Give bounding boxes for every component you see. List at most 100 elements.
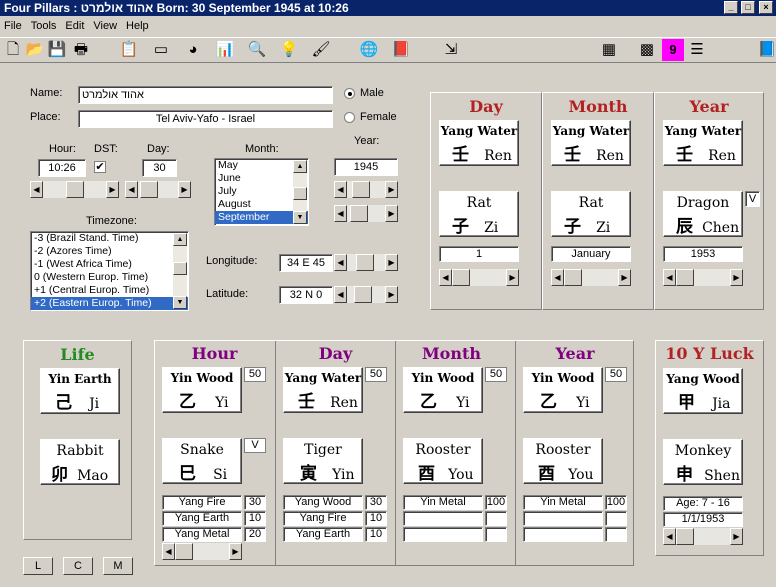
scroll-down-icon[interactable]: ▼ [293,211,307,224]
right-arrow-icon[interactable]: ▶ [730,528,743,545]
save-icon[interactable]: 💾 [46,39,68,61]
stem-cell[interactable]: Yang Water 壬 Ren [283,367,363,413]
slider-thumb[interactable] [175,543,193,560]
year-input[interactable]: 1945 [334,158,398,176]
close-button[interactable]: × [759,1,773,14]
stem-cell[interactable]: Yang Wood 甲 Jia [663,368,743,414]
light-bulb-icon[interactable]: 💡 [278,39,300,61]
list-item[interactable]: -3 (Brazil Stand. Time) [31,232,188,245]
scroll-up-icon[interactable]: ▲ [173,233,187,246]
properties-icon[interactable]: 📋 [118,39,140,61]
right-arrow-icon[interactable]: ▶ [385,205,398,222]
list-icon[interactable]: ☰ [686,39,708,61]
slider-thumb[interactable] [140,181,158,198]
scroll-thumb[interactable] [293,187,307,200]
scrollbar[interactable]: ▲ ▼ [173,233,187,309]
scrollbar[interactable]: ▲ ▼ [293,160,307,224]
hour-input[interactable]: 10:26 [38,159,86,177]
slider-thumb[interactable] [354,286,372,303]
right-arrow-icon[interactable]: ▶ [618,269,631,286]
slider-thumb[interactable] [676,528,694,545]
left-arrow-icon[interactable]: ◀ [334,254,347,271]
help-book-icon[interactable]: 📘 [756,39,776,61]
branch-cell[interactable]: Tiger 寅 Yin [283,438,363,484]
timezone-list[interactable]: -3 (Brazil Stand. Time) -2 (Azores Time)… [30,231,189,311]
branch-cell[interactable]: Rat 子 Zi [551,191,631,237]
magnifier-icon[interactable]: 🔍 [246,39,268,61]
list-item[interactable]: -2 (Azores Time) [31,245,188,258]
slider-thumb[interactable] [350,205,368,222]
minimize-button[interactable]: _ [724,1,738,14]
pillar-slider[interactable]: ◀ ▶ [551,269,631,287]
left-arrow-icon[interactable]: ◀ [663,528,676,545]
bar-chart-icon[interactable]: 📊 [214,39,236,61]
list-item[interactable]: +1 (Central Europ. Time) [31,284,188,297]
scroll-down-icon[interactable]: ▼ [173,296,187,309]
menu-file[interactable]: File [0,18,27,32]
list-item[interactable]: 0 (Western Europ. Time) [31,271,188,284]
globe-icon[interactable]: 🌐 [358,39,380,61]
stem-cell[interactable]: Yin Earth 己 Ji [40,368,120,414]
longitude-input[interactable]: 34 E 45 [279,254,333,272]
right-arrow-icon[interactable]: ▶ [178,181,191,198]
year-slider-2[interactable]: ◀ ▶ [334,205,398,223]
menu-tools[interactable]: Tools [27,18,62,32]
branch-cell[interactable]: Rat 子 Zi [439,191,519,237]
branch-cell[interactable]: Snake 巳 Si [162,438,242,484]
latitude-slider[interactable]: ◀ ▶ [334,286,398,304]
stem-cell[interactable]: Yang Water 壬 Ren [551,120,631,166]
slider-thumb[interactable] [452,269,470,286]
stem-cell[interactable]: Yin Wood 乙 Yi [523,367,603,413]
left-arrow-icon[interactable]: ◀ [30,181,43,198]
scroll-thumb[interactable] [173,262,187,275]
branch-cell[interactable]: Monkey 申 Shen [663,439,743,485]
branch-cell[interactable]: Dragon 辰 Chen [663,191,743,237]
day-slider[interactable]: ◀ ▶ [125,181,191,199]
grid-icon[interactable]: ▦ [598,39,620,61]
l-button[interactable]: L [23,557,53,575]
slider-thumb[interactable] [66,181,84,198]
menu-help[interactable]: Help [122,18,154,32]
palette-icon[interactable]: ▩ [636,39,658,61]
year-slider-1[interactable]: ◀ ▶ [334,181,398,199]
open-folder-icon[interactable]: 📂 [24,39,46,61]
hour-slider[interactable]: ◀ ▶ [30,181,119,199]
right-arrow-icon[interactable]: ▶ [730,269,743,286]
export-icon[interactable]: ⇲ [440,39,462,61]
left-arrow-icon[interactable]: ◀ [334,286,347,303]
flag-box[interactable]: V [745,191,760,207]
left-arrow-icon[interactable]: ◀ [439,269,452,286]
book-icon[interactable]: 📕 [390,39,412,61]
place-input[interactable]: Tel Aviv-Yafo - Israel [78,110,333,128]
maximize-button[interactable]: □ [741,1,755,14]
stem-cell[interactable]: Yang Water 壬 Ren [439,120,519,166]
hour-slider-bottom[interactable]: ◀ ▶ [162,543,242,561]
menu-view[interactable]: View [89,18,122,32]
nine-star-icon[interactable]: 9 [662,39,684,61]
print-icon[interactable]: 🖶 [70,39,92,61]
luck-slider[interactable]: ◀ ▶ [663,528,743,546]
brush-icon[interactable]: 🖌 [310,39,332,61]
left-arrow-icon[interactable]: ◀ [162,543,175,560]
right-arrow-icon[interactable]: ▶ [385,286,398,303]
new-file-icon[interactable]: 🗋 [2,39,24,61]
latitude-input[interactable]: 32 N 0 [279,286,333,304]
m-button[interactable]: M [103,557,133,575]
c-button[interactable]: C [63,557,93,575]
female-radio[interactable] [344,112,355,123]
longitude-slider[interactable]: ◀ ▶ [334,254,398,272]
left-arrow-icon[interactable]: ◀ [334,181,347,198]
right-arrow-icon[interactable]: ▶ [229,543,242,560]
list-item-selected[interactable]: +2 (Eastern Europ. Time) [31,297,188,310]
stem-cell[interactable]: Yin Wood 乙 Yi [403,367,483,413]
pillar-slider[interactable]: ◀ ▶ [439,269,519,287]
menu-edit[interactable]: Edit [61,18,89,32]
left-arrow-icon[interactable]: ◀ [551,269,564,286]
pillar-slider[interactable]: ◀ ▶ [663,269,743,287]
list-item[interactable]: -1 (West Africa Time) [31,258,188,271]
window-icon[interactable]: ▭ [150,39,172,61]
flag-box[interactable]: V [244,438,266,453]
left-arrow-icon[interactable]: ◀ [663,269,676,286]
slider-thumb[interactable] [356,254,374,271]
right-arrow-icon[interactable]: ▶ [506,269,519,286]
